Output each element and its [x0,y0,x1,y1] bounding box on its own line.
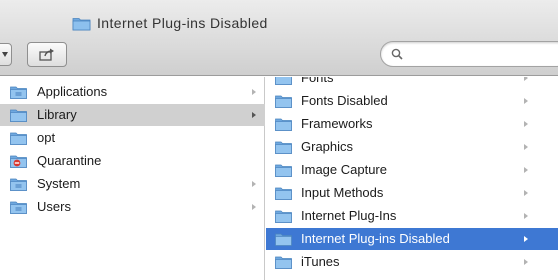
column-library-item-label: Graphics [301,139,354,154]
column-browser: Applications Library opt Quarantine System Us… [0,77,558,280]
window-title: Internet Plug-ins Disabled [72,13,268,33]
column-library-item[interactable]: Frameworks [266,113,558,135]
system-folder-icon [10,178,27,191]
column-root-item-label: System [37,176,81,191]
folder-icon [275,164,292,177]
column-root-item-label: Users [37,199,71,214]
column-root-item[interactable]: Users [0,196,265,218]
column-library-item-label: Internet Plug-ins Disabled [301,231,450,246]
chevron-right-icon [524,167,528,173]
chevron-right-icon [524,190,528,196]
column-root-item-label: Applications [37,84,108,99]
window-title-text: Internet Plug-ins Disabled [97,15,268,31]
column-library-item-label: Internet Plug-Ins [301,208,397,223]
column-library-item-label: Frameworks [301,116,373,131]
column-library-item[interactable]: Internet Plug-Ins [266,205,558,227]
folder-icon [275,141,292,154]
chevron-right-icon [524,259,528,265]
chevron-right-icon [524,236,528,242]
window-toolbar: Internet Plug-ins Disabled [0,0,558,76]
chevron-down-icon [2,52,8,57]
view-options-button[interactable] [0,43,12,66]
column-root: Applications Library opt Quarantine System Us… [0,77,265,280]
folder-icon [275,233,292,246]
column-library-item-label: Fonts Disabled [301,93,388,108]
column-library-item[interactable]: Image Capture [266,159,558,181]
column-root-item[interactable]: opt [0,127,265,149]
folder-icon [275,95,292,108]
column-library-item[interactable]: Graphics [266,136,558,158]
share-button[interactable] [27,42,67,67]
folder-icon [10,109,27,122]
column-library-item-label: Image Capture [301,162,387,177]
search-icon [391,48,403,60]
chevron-right-icon [252,204,256,210]
column-root-item[interactable]: Library [0,104,265,126]
restricted-folder-icon [10,155,27,168]
app-folder-icon [10,86,27,99]
column-library: Fonts Fonts Disabled Frameworks Graphics Ima… [266,77,558,280]
folder-icon [275,256,292,269]
folder-icon [275,210,292,223]
column-root-item[interactable]: System [0,173,265,195]
folder-icon [275,118,292,131]
column-library-item[interactable]: Input Methods [266,182,558,204]
column-root-item-label: opt [37,130,56,145]
column-root-item-label: Quarantine [37,153,102,168]
folder-icon [72,17,91,30]
column-library-item-label: Fonts [301,77,334,85]
share-icon [39,48,54,61]
chevron-right-icon [524,98,528,104]
folder-icon [275,77,292,85]
folder-icon [10,132,27,145]
column-root-item[interactable]: Quarantine [0,150,265,172]
column-library-item[interactable]: Fonts Disabled [266,90,558,112]
chevron-right-icon [252,112,256,118]
chevron-right-icon [524,213,528,219]
column-root-item[interactable]: Applications [0,81,265,103]
chevron-right-icon [252,89,256,95]
chevron-right-icon [524,144,528,150]
search-field[interactable] [380,41,558,67]
column-library-item-label: iTunes [301,254,340,269]
column-library-item[interactable]: Fonts [266,77,558,89]
column-library-item[interactable]: iTunes [266,251,558,273]
search-input[interactable] [407,47,557,61]
chevron-right-icon [524,77,528,81]
column-library-item-label: Input Methods [301,185,384,200]
chevron-right-icon [524,121,528,127]
column-root-item-label: Library [37,107,77,122]
column-library-item[interactable]: Internet Plug-ins Disabled [266,228,558,250]
chevron-right-icon [252,181,256,187]
folder-icon [275,187,292,200]
users-folder-icon [10,201,27,214]
